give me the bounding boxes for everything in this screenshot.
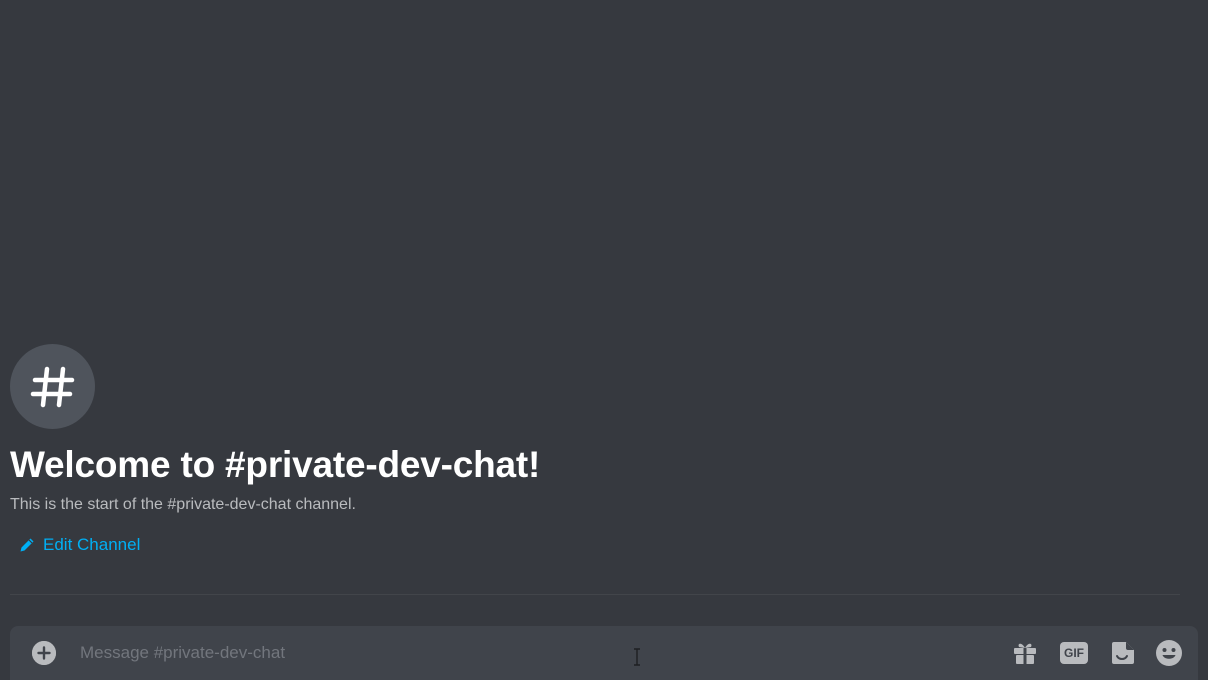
edit-channel-link[interactable]: Edit Channel — [19, 535, 140, 555]
message-input[interactable] — [80, 640, 980, 666]
gift-button[interactable] — [1011, 639, 1039, 667]
welcome-subtitle: This is the start of the #private-dev-ch… — [10, 496, 356, 513]
add-circle-icon — [32, 641, 56, 665]
chat-view: Welcome to #private-dev-chat! This is th… — [0, 0, 1208, 680]
sticker-button[interactable] — [1109, 639, 1137, 667]
gif-button[interactable]: GIF — [1060, 639, 1088, 667]
emoji-icon — [1156, 640, 1182, 666]
gift-icon — [1014, 643, 1036, 664]
sticker-icon — [1112, 642, 1134, 664]
emoji-button[interactable] — [1155, 639, 1183, 667]
channel-avatar — [10, 344, 95, 429]
add-attachment-button[interactable] — [32, 641, 56, 665]
hashtag-icon — [30, 366, 74, 407]
gif-icon: GIF — [1060, 642, 1088, 664]
edit-channel-label: Edit Channel — [43, 535, 141, 554]
pencil-icon — [20, 538, 34, 552]
message-composer: GIF — [10, 626, 1198, 680]
welcome-title: Welcome to #private-dev-chat! — [10, 444, 541, 485]
divider — [10, 594, 1180, 595]
text-cursor-icon — [634, 648, 640, 666]
channel-welcome: Welcome to #private-dev-chat! This is th… — [10, 344, 1180, 558]
